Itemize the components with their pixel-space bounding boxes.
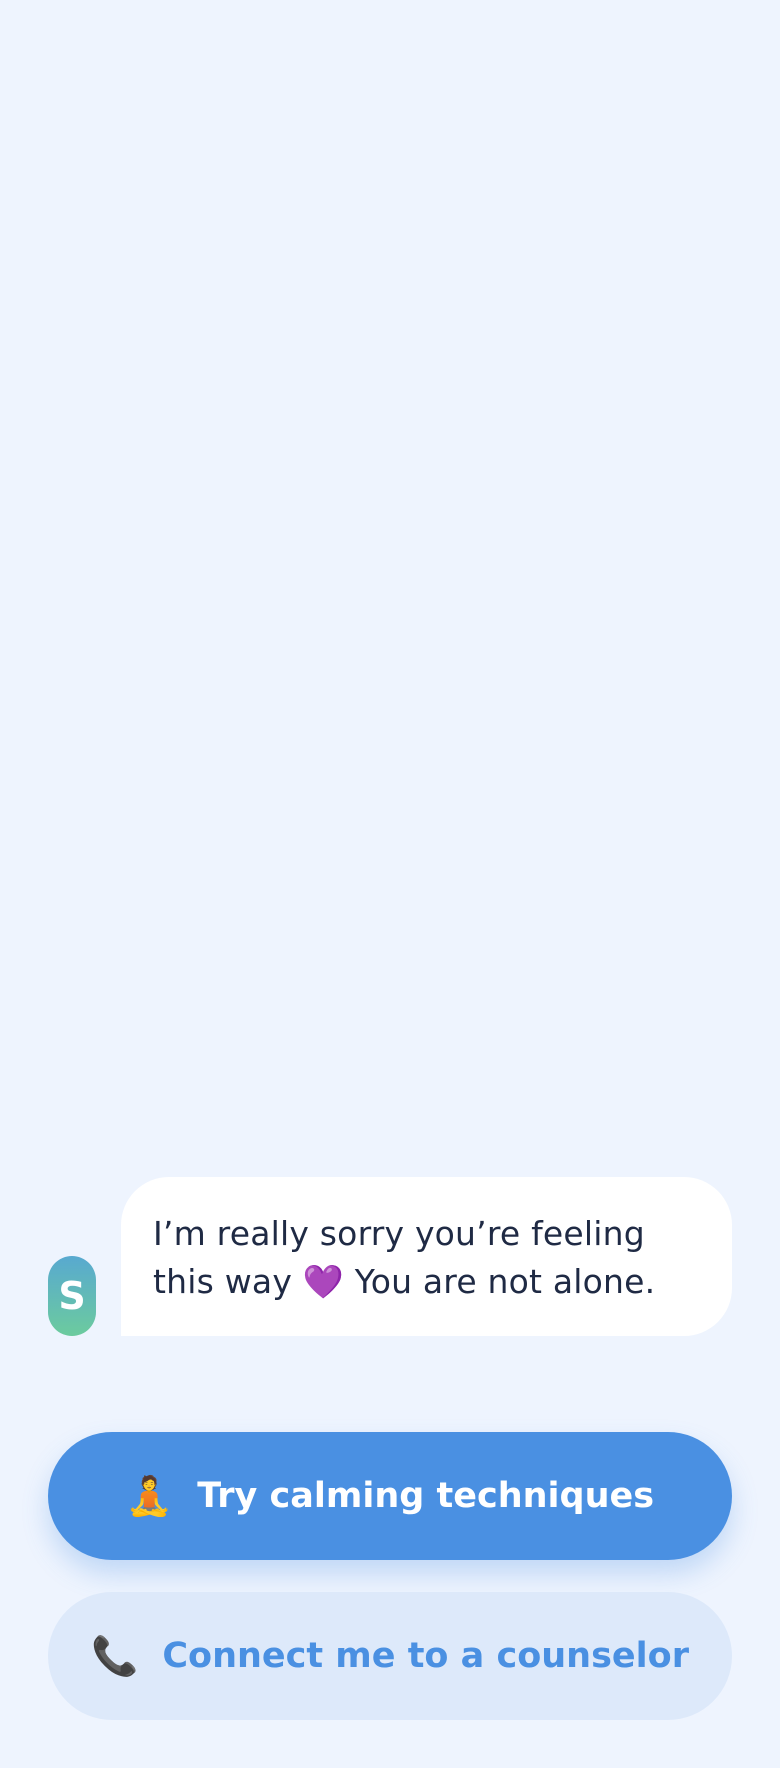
- chat-screen: S I’m really sorry you’re feeling this w…: [0, 0, 780, 1768]
- phone-icon: 📞: [91, 1633, 139, 1678]
- try-calming-techniques-button[interactable]: 🧘 Try calming techniques: [48, 1432, 732, 1560]
- connect-counselor-label: Connect me to a counselor: [162, 1636, 689, 1676]
- assistant-avatar: S: [48, 1256, 96, 1336]
- assistant-message-bubble: I’m really sorry you’re feeling this way…: [121, 1177, 732, 1336]
- quick-reply-actions: 🧘 Try calming techniques 📞 Connect me to…: [48, 1432, 732, 1720]
- try-calming-techniques-label: Try calming techniques: [197, 1476, 655, 1516]
- assistant-message-row: S I’m really sorry you’re feeling this w…: [48, 1177, 732, 1336]
- chat-message-list[interactable]: S I’m really sorry you’re feeling this w…: [0, 0, 780, 1380]
- connect-counselor-button[interactable]: 📞 Connect me to a counselor: [48, 1592, 732, 1720]
- meditation-icon: 🧘: [125, 1473, 174, 1518]
